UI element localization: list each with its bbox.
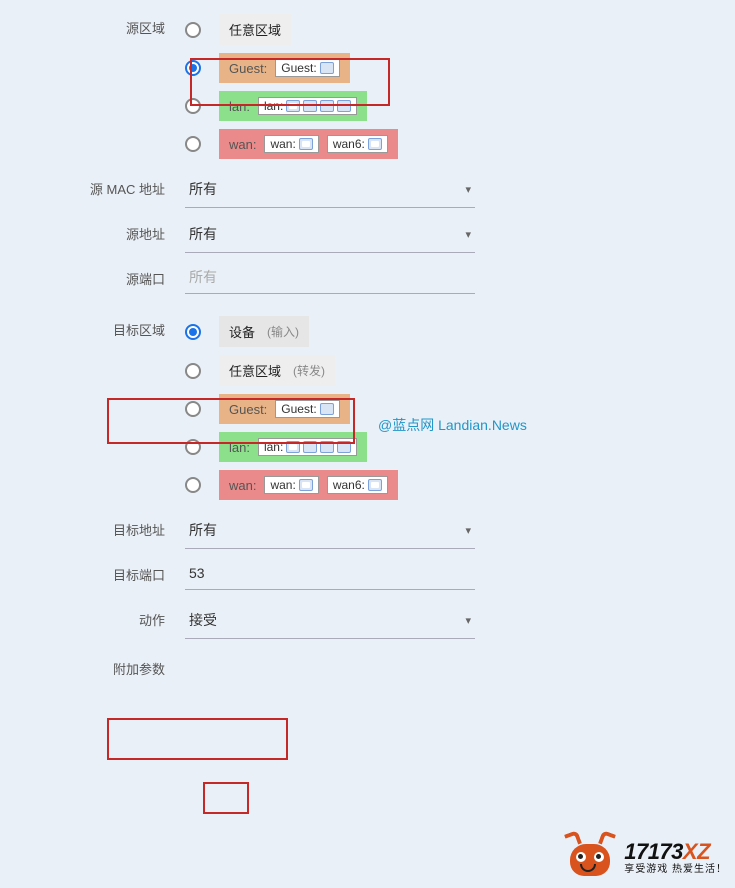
zone-tag-any: 任意区域 (转发): [219, 355, 335, 386]
device-icon: [368, 138, 382, 150]
src-addr-select[interactable]: 所有 ▾: [185, 216, 475, 253]
zone-tag-device: 设备 (输入): [219, 316, 309, 347]
network-icon: [303, 441, 317, 453]
label-extra: 附加参数: [0, 651, 185, 678]
label-src-port: 源端口: [0, 261, 185, 288]
iface-chip: Guest:: [275, 59, 339, 77]
device-icon: [299, 138, 313, 150]
watermark-text: @蓝点网 Landian.News: [378, 415, 527, 435]
iface-chip: lan:: [258, 438, 357, 456]
iface-chip: wan:: [264, 135, 318, 153]
label-src-zone: 源区域: [0, 10, 185, 37]
network-icon: [337, 441, 351, 453]
device-icon: [368, 479, 382, 491]
label-src-addr: 源地址: [0, 216, 185, 243]
action-select[interactable]: 接受 ▾: [185, 602, 475, 639]
logo-main: 17173XZ: [624, 841, 727, 863]
radio-icon[interactable]: [185, 363, 201, 379]
device-icon: [286, 441, 300, 453]
network-icon: [320, 403, 334, 415]
network-icon: [320, 441, 334, 453]
site-logo: 17173XZ 享受游戏 热爱生活！: [564, 838, 727, 878]
dest-zone-option-any[interactable]: 任意区域 (转发): [185, 351, 695, 390]
row-src-port: 源端口: [0, 261, 735, 294]
label-src-mac: 源 MAC 地址: [0, 171, 185, 198]
dest-addr-select[interactable]: 所有 ▾: [185, 512, 475, 549]
zone-tag-guest: Guest: Guest:: [219, 53, 350, 83]
zone-tag-guest: Guest: Guest:: [219, 394, 350, 424]
zone-tag-lan: lan: lan:: [219, 91, 367, 121]
chevron-down-icon: ▾: [465, 228, 471, 241]
dest-zone-option-device[interactable]: 设备 (输入): [185, 312, 695, 351]
highlight-action: [203, 782, 249, 814]
row-dest-zone: 目标区域 设备 (输入) 任意区域 (转发) Guest:: [0, 312, 735, 504]
chevron-down-icon: ▾: [465, 183, 471, 196]
label-dest-zone: 目标区域: [0, 312, 185, 339]
device-icon: [286, 100, 300, 112]
src-zone-option-wan[interactable]: wan: wan: wan6:: [185, 125, 695, 163]
row-dest-port: 目标端口: [0, 557, 735, 590]
row-src-addr: 源地址 所有 ▾: [0, 216, 735, 253]
dest-zone-option-wan[interactable]: wan: wan: wan6:: [185, 466, 695, 504]
iface-chip: wan6:: [327, 476, 388, 494]
zone-tag-wan: wan: wan: wan6:: [219, 129, 398, 159]
radio-icon[interactable]: [185, 22, 201, 38]
iface-chip: lan:: [258, 97, 357, 115]
src-zone-option-lan[interactable]: lan: lan:: [185, 87, 695, 125]
iface-chip: Guest:: [275, 400, 339, 418]
settings-form: 源区域 任意区域 Guest: Guest: lan:: [0, 0, 735, 678]
row-extra: 附加参数: [0, 651, 735, 678]
logo-sub: 享受游戏 热爱生活！: [624, 865, 727, 875]
zone-tag-wan: wan: wan: wan6:: [219, 470, 398, 500]
zone-tag-lan: lan: lan:: [219, 432, 367, 462]
device-icon: [299, 479, 313, 491]
network-icon: [303, 100, 317, 112]
zone-tag-any: 任意区域: [219, 14, 291, 45]
logo-mascot-icon: [564, 838, 616, 878]
radio-icon[interactable]: [185, 136, 201, 152]
network-icon: [337, 100, 351, 112]
radio-icon[interactable]: [185, 401, 201, 417]
src-zone-option-guest[interactable]: Guest: Guest:: [185, 49, 695, 87]
src-port-input[interactable]: [185, 261, 475, 294]
label-dest-port: 目标端口: [0, 557, 185, 584]
radio-icon[interactable]: [185, 439, 201, 455]
dest-port-input[interactable]: [185, 557, 475, 590]
network-icon: [320, 100, 334, 112]
highlight-dest-port: [107, 718, 288, 760]
chevron-down-icon: ▾: [465, 614, 471, 627]
radio-icon[interactable]: [185, 98, 201, 114]
row-dest-addr: 目标地址 所有 ▾: [0, 512, 735, 549]
iface-chip: wan:: [264, 476, 318, 494]
label-dest-addr: 目标地址: [0, 512, 185, 539]
row-src-zone: 源区域 任意区域 Guest: Guest: lan:: [0, 10, 735, 163]
radio-icon[interactable]: [185, 60, 201, 76]
iface-chip: wan6:: [327, 135, 388, 153]
row-action: 动作 接受 ▾: [0, 602, 735, 639]
radio-icon[interactable]: [185, 324, 201, 340]
src-zone-option-any[interactable]: 任意区域: [185, 10, 695, 49]
network-icon: [320, 62, 334, 74]
chevron-down-icon: ▾: [465, 524, 471, 537]
label-action: 动作: [0, 602, 185, 629]
radio-icon[interactable]: [185, 477, 201, 493]
row-src-mac: 源 MAC 地址 所有 ▾: [0, 171, 735, 208]
src-mac-select[interactable]: 所有 ▾: [185, 171, 475, 208]
